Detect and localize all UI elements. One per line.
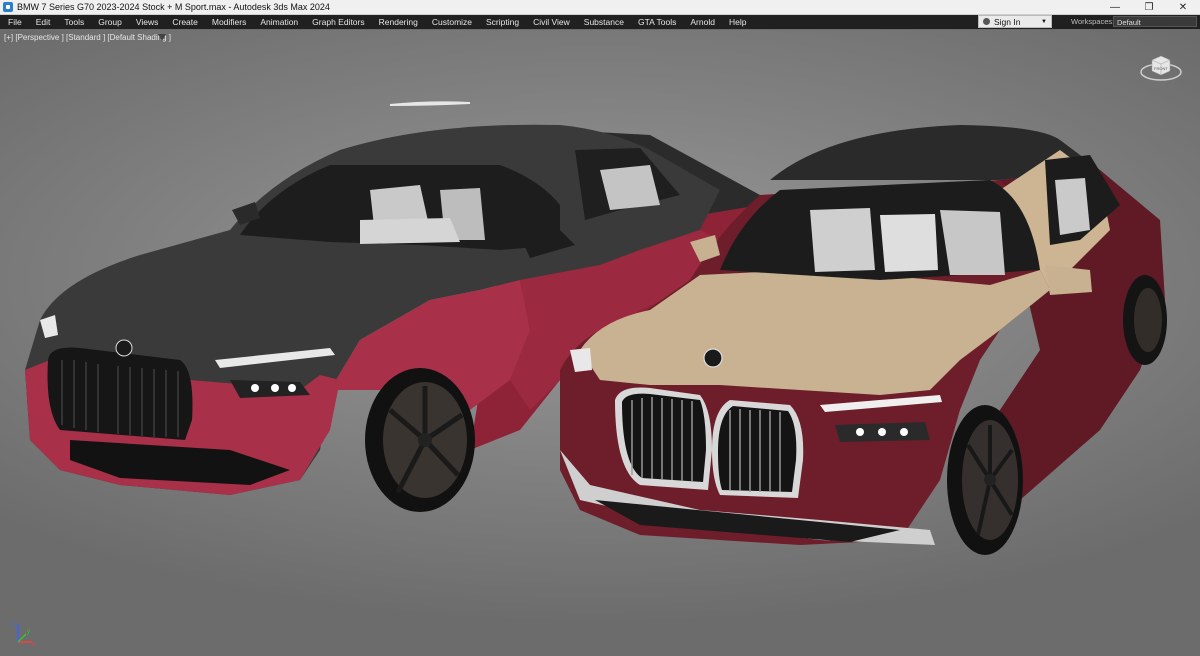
menu-animation[interactable]: Animation bbox=[253, 15, 305, 29]
menu-tools[interactable]: Tools bbox=[57, 15, 91, 29]
menu-civil-view[interactable]: Civil View bbox=[526, 15, 577, 29]
menu-modifiers[interactable]: Modifiers bbox=[205, 15, 253, 29]
light-streak bbox=[390, 101, 470, 106]
workspaces-label: Workspaces: bbox=[1071, 17, 1115, 26]
menu-gta-tools[interactable]: GTA Tools bbox=[631, 15, 683, 29]
user-icon bbox=[983, 18, 990, 25]
sign-in-dropdown[interactable]: Sign In ▼ bbox=[978, 15, 1052, 28]
viewcube-face-label: FRONT bbox=[1154, 66, 1168, 71]
3dsmax-app-icon bbox=[3, 2, 13, 12]
sign-in-label: Sign In bbox=[994, 16, 1021, 27]
axis-y-label: y bbox=[27, 629, 30, 635]
axis-z-label: z bbox=[12, 622, 15, 628]
title-bar: BMW 7 Series G70 2023-2024 Stock + M Spo… bbox=[0, 0, 1200, 15]
menu-views[interactable]: Views bbox=[129, 15, 166, 29]
viewcube-icon[interactable]: FRONT bbox=[1140, 52, 1182, 82]
menu-scripting[interactable]: Scripting bbox=[479, 15, 526, 29]
workspaces-select[interactable]: Default bbox=[1113, 16, 1197, 27]
close-button[interactable]: ✕ bbox=[1166, 0, 1200, 14]
menu-group[interactable]: Group bbox=[91, 15, 129, 29]
axis-gizmo-icon: x y z bbox=[12, 622, 35, 648]
menu-file[interactable]: File bbox=[0, 15, 29, 29]
viewport-scene bbox=[25, 101, 1167, 555]
window-title: BMW 7 Series G70 2023-2024 Stock + M Spo… bbox=[17, 2, 330, 12]
minimize-button[interactable]: — bbox=[1098, 0, 1132, 14]
app-window: BMW 7 Series G70 2023-2024 Stock + M Spo… bbox=[0, 0, 1200, 656]
menu-create[interactable]: Create bbox=[165, 15, 205, 29]
menu-edit[interactable]: Edit bbox=[29, 15, 58, 29]
menu-substance[interactable]: Substance bbox=[577, 15, 631, 29]
viewport-label-menu[interactable]: [+] [Perspective ] [Standard ] [Default … bbox=[4, 33, 171, 42]
window-controls: — ❐ ✕ bbox=[1098, 0, 1200, 14]
menu-rendering[interactable]: Rendering bbox=[372, 15, 425, 29]
menu-arnold[interactable]: Arnold bbox=[683, 15, 722, 29]
maximize-button[interactable]: ❐ bbox=[1132, 0, 1166, 14]
menu-graph-editors[interactable]: Graph Editors bbox=[305, 15, 371, 29]
axis-x-label: x bbox=[32, 642, 35, 648]
chevron-down-icon: ▼ bbox=[1041, 18, 1047, 25]
menu-customize[interactable]: Customize bbox=[425, 15, 479, 29]
filter-icon[interactable] bbox=[158, 34, 166, 41]
perspective-viewport[interactable]: [+] [Perspective ] [Standard ] [Default … bbox=[0, 30, 1200, 656]
menu-help[interactable]: Help bbox=[722, 15, 753, 29]
